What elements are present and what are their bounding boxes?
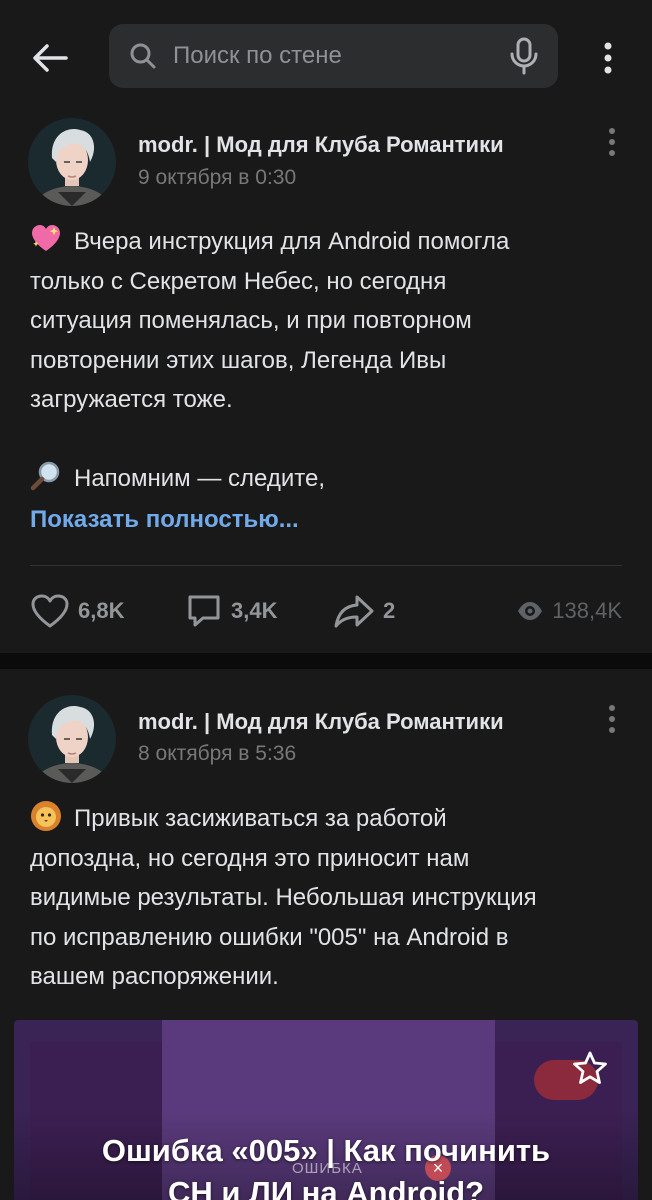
post-menu-button[interactable] <box>598 122 626 162</box>
post-author[interactable]: modr. | Мод для Клуба Романтики <box>138 132 504 158</box>
share-count: 2 <box>383 598 396 623</box>
like-count: 6,8K <box>78 598 125 623</box>
arrow-left-icon <box>33 44 68 72</box>
post-author[interactable]: modr. | Мод для Клуба Романтики <box>138 709 504 735</box>
lion-face-icon <box>31 801 61 831</box>
show-more-link[interactable]: Показать полностью... <box>30 506 299 534</box>
back-button[interactable] <box>26 34 74 82</box>
divider <box>30 565 622 566</box>
post-text-line: вашем распоряжении. <box>30 963 279 990</box>
post-text-line: повторении этих шагов, Легенда Ивы <box>30 346 447 374</box>
post-date[interactable]: 8 октября в 5:36 <box>138 742 296 766</box>
star-icon <box>573 1051 607 1084</box>
post-text-line: Привык засиживаться за работой <box>30 799 630 839</box>
post-menu-button[interactable] <box>598 699 626 739</box>
search-box[interactable] <box>109 24 558 88</box>
avatar[interactable] <box>28 118 116 206</box>
sparkling-heart-icon <box>32 225 60 251</box>
search-icon <box>130 43 156 69</box>
magnifying-glass-icon <box>30 461 60 491</box>
views-counter: 138,4K <box>516 586 622 636</box>
views-count: 138,4K <box>552 598 622 623</box>
post-text-line: Напомним — следите, <box>30 459 630 499</box>
search-input[interactable] <box>173 24 493 88</box>
post-text: Привык засиживаться за работой допоздна,… <box>30 799 630 997</box>
post-text-line: допоздна, но сегодня это приносит нам <box>30 844 470 872</box>
post-date[interactable]: 9 октября в 0:30 <box>138 166 296 190</box>
attachment-title[interactable]: Ошибка «005» | Как починить СН и ЛИ на A… <box>14 1130 638 1200</box>
post-text-line: по исправлению ошибки "005" на Android в <box>30 923 509 951</box>
wall-post: modr. | Мод для Клуба Романтики 8 октябр… <box>0 669 652 1200</box>
wall-post: modr. | Мод для Клуба Романтики 9 октябр… <box>0 112 652 653</box>
post-actions: 6,8K 3,4K 2 138,4K <box>0 586 652 636</box>
avatar-image <box>28 118 116 206</box>
avatar-image <box>28 695 116 783</box>
more-vertical-icon <box>609 705 615 733</box>
avatar[interactable] <box>28 695 116 783</box>
bookmark-button[interactable] <box>570 1048 610 1088</box>
comment-count: 3,4K <box>231 598 278 623</box>
comment-icon <box>188 595 220 627</box>
microphone-button[interactable] <box>504 36 544 76</box>
eye-icon <box>518 602 543 620</box>
post-text-line: ситуация поменялась, и при повторном <box>30 307 472 334</box>
microphone-icon <box>510 37 538 75</box>
post-text: Вчера инструкция для Android помогла тол… <box>30 222 630 499</box>
heart-icon <box>31 594 69 628</box>
post-text-line: видимые результаты. Небольшая инструкция <box>30 884 537 911</box>
share-icon <box>334 595 374 628</box>
article-attachment[interactable]: ОШИБКА × Ошибка «005» | Как починить СН … <box>14 1020 638 1200</box>
comment-button[interactable]: 3,4K <box>185 586 277 636</box>
post-text-line: загружается тоже. <box>30 386 233 413</box>
post-text-line: только с Секретом Небес, но сегодня <box>30 267 447 295</box>
more-vertical-icon <box>609 128 615 156</box>
top-bar <box>0 0 652 112</box>
more-vertical-icon <box>604 42 612 74</box>
post-text-line: Вчера инструкция для Android помогла <box>30 222 630 262</box>
more-options-button[interactable] <box>590 36 626 80</box>
like-button[interactable]: 6,8K <box>30 586 124 636</box>
share-button[interactable]: 2 <box>333 586 395 636</box>
